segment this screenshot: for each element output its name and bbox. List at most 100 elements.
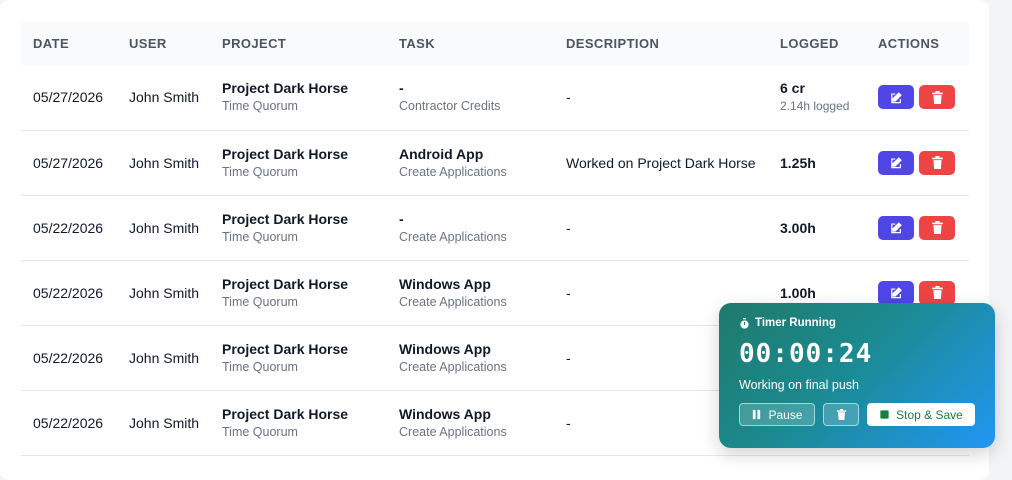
logged-value: 1.00h	[780, 284, 816, 301]
trash-icon	[931, 90, 943, 104]
col-header-task[interactable]: TASK	[387, 22, 554, 65]
edit-icon	[890, 157, 902, 169]
cell-date: 05/22/2026	[33, 284, 104, 301]
project-name: Project Dark Horse	[222, 145, 349, 162]
task-name: Android App	[399, 145, 484, 162]
cell-task: Windows App Create Applications	[387, 390, 554, 455]
cell-description: -	[566, 89, 571, 106]
table-row: 05/27/2026 John Smith Project Dark Horse Ti…	[21, 130, 969, 195]
cell-task: Windows App Create Applications	[387, 260, 554, 325]
cell-user: John Smith	[129, 349, 200, 366]
running-timer-widget: Timer Running 00:00:24 Working on final …	[719, 303, 995, 448]
cell-task: - Contractor Credits	[387, 65, 554, 130]
client-name: Time Quorum	[222, 424, 298, 439]
trash-icon	[931, 286, 943, 299]
trash-icon	[836, 409, 846, 420]
logged-value: 1.25h	[780, 154, 816, 171]
cell-actions	[866, 65, 969, 130]
stopwatch-icon	[740, 317, 749, 329]
timer-elapsed: 00:00:24	[739, 339, 873, 369]
edit-entry-button[interactable]	[878, 150, 914, 175]
cell-actions	[866, 130, 969, 195]
project-name: Project Dark Horse	[222, 80, 349, 97]
cell-actions	[866, 195, 969, 260]
cell-task: Android App Create Applications	[387, 130, 554, 195]
logged-value: 3.00h	[780, 219, 816, 236]
table-row: 05/22/2026 John Smith Project Dark Horse Ti…	[21, 195, 969, 260]
task-name: Windows App	[399, 340, 491, 357]
cell-description: -	[566, 219, 571, 236]
task-name: -	[399, 210, 404, 227]
client-name: Time Quorum	[222, 294, 298, 309]
col-header-description[interactable]: DESCRIPTION	[554, 22, 768, 65]
cell-task: Windows App Create Applications	[387, 325, 554, 390]
logged-value: 6 cr	[780, 80, 805, 97]
table-header-row: DATE USER PROJECT TASK DESCRIPTION LOGGE…	[21, 22, 969, 65]
client-name: Time Quorum	[222, 359, 298, 374]
cell-description: Worked on Project Dark Horse	[566, 154, 756, 171]
delete-entry-button[interactable]	[919, 215, 955, 240]
col-header-actions: ACTIONS	[878, 36, 940, 51]
project-name: Project Dark Horse	[222, 210, 349, 227]
project-name: Project Dark Horse	[222, 405, 349, 422]
cell-project: Project Dark Horse Time Quorum	[210, 195, 387, 260]
task-name: Windows App	[399, 275, 491, 292]
trash-icon	[931, 156, 943, 169]
cell-user: John Smith	[129, 154, 200, 171]
project-name: Project Dark Horse	[222, 275, 349, 292]
task-category: Create Applications	[399, 294, 507, 309]
task-category: Create Applications	[399, 229, 507, 244]
edit-entry-button[interactable]	[878, 280, 914, 305]
trash-icon	[931, 221, 943, 234]
pause-icon	[753, 409, 761, 420]
edit-entry-button[interactable]	[878, 215, 914, 240]
pause-button[interactable]: Pause	[739, 403, 815, 426]
cell-user: John Smith	[129, 284, 200, 301]
timer-note: Working on final push	[739, 378, 859, 392]
stop-and-save-button[interactable]: Stop & Save	[867, 403, 975, 426]
col-header-user[interactable]: USER	[117, 22, 210, 65]
cell-date: 05/22/2026	[33, 349, 104, 366]
cell-user: John Smith	[129, 89, 200, 106]
cell-project: Project Dark Horse Time Quorum	[210, 325, 387, 390]
timer-header: Timer Running	[739, 317, 975, 329]
col-header-date[interactable]: DATE	[21, 22, 117, 65]
cell-date: 05/27/2026	[33, 154, 104, 171]
cell-logged: 1.25h	[768, 130, 866, 195]
discard-timer-button[interactable]	[823, 403, 859, 426]
logged-detail: 2.14h logged	[780, 99, 850, 114]
task-category: Create Applications	[399, 164, 507, 179]
task-category: Create Applications	[399, 359, 507, 374]
cell-user: John Smith	[129, 219, 200, 236]
col-header-project[interactable]: PROJECT	[210, 22, 387, 65]
stop-label: Stop & Save	[896, 407, 963, 422]
delete-entry-button[interactable]	[919, 280, 955, 305]
cell-logged: 6 cr 2.14h logged	[768, 65, 866, 130]
cell-date: 05/27/2026	[33, 89, 104, 106]
task-name: -	[399, 80, 404, 97]
cell-project: Project Dark Horse Time Quorum	[210, 390, 387, 455]
cell-task: - Create Applications	[387, 195, 554, 260]
timer-status: Timer Running	[755, 317, 836, 329]
edit-icon	[890, 91, 902, 103]
cell-project: Project Dark Horse Time Quorum	[210, 260, 387, 325]
stop-icon	[880, 410, 889, 419]
cell-date: 05/22/2026	[33, 414, 104, 431]
cell-user: John Smith	[129, 414, 200, 431]
edit-entry-button[interactable]	[878, 85, 914, 110]
cell-project: Project Dark Horse Time Quorum	[210, 130, 387, 195]
edit-icon	[890, 222, 902, 234]
cell-project: Project Dark Horse Time Quorum	[210, 65, 387, 130]
cell-logged: 3.00h	[768, 195, 866, 260]
pause-label: Pause	[768, 407, 803, 422]
delete-entry-button[interactable]	[919, 85, 955, 110]
task-category: Create Applications	[399, 424, 507, 439]
client-name: Time Quorum	[222, 164, 298, 179]
task-category: Contractor Credits	[399, 99, 501, 114]
task-name: Windows App	[399, 405, 491, 422]
client-name: Time Quorum	[222, 229, 298, 244]
col-header-logged[interactable]: LOGGED	[768, 22, 866, 65]
delete-entry-button[interactable]	[919, 150, 955, 175]
client-name: Time Quorum	[222, 99, 298, 114]
table-row: 05/27/2026 John Smith Project Dark Horse Ti…	[21, 65, 969, 130]
